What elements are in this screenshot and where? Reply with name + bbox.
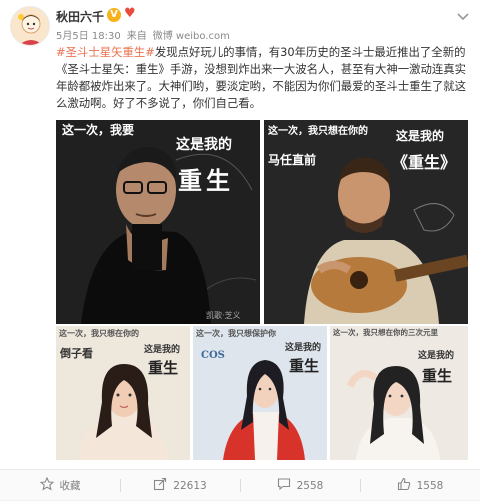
share-icon (153, 477, 167, 494)
image-4-caption-top: 这一次，我只想保护你 (196, 328, 276, 338)
post-date[interactable]: 5月5日 18:30 (56, 31, 121, 42)
weibo-post-card: 秋田六千 V ♥ 5月5日 18:30 来自 微博 weibo.com #圣斗士星矢… (0, 0, 480, 500)
username[interactable]: 秋田六千 (56, 8, 104, 25)
chevron-down-icon[interactable] (455, 8, 471, 24)
thumbs-up-icon (397, 477, 411, 494)
avatar[interactable] (10, 6, 50, 46)
comment-button[interactable]: 2558 (240, 470, 360, 501)
image-4-caption-mid: 这是我的 (285, 343, 322, 353)
image-1-signature: 凯歌·芝义 (206, 311, 241, 320)
image-3-caption-main: 重生 (148, 359, 179, 377)
topic-link[interactable]: #圣斗士星矢重生# (56, 45, 155, 59)
post-image-3[interactable]: 这一次，我只想在你的 倒子看 这是我的 重生 (56, 326, 190, 460)
image-3-caption-side: 倒子看 (60, 347, 93, 360)
image-4-caption-side: COS (201, 350, 225, 361)
post-image-5[interactable]: 这一次，我只想在你的三次元里 这是我的 重生 (330, 326, 468, 460)
comment-count: 2558 (296, 479, 324, 492)
image-1-caption-top: 这一次，我要 (62, 123, 135, 137)
image-5-caption-mid: 这是我的 (418, 351, 455, 361)
image-5-art (330, 326, 468, 460)
image-3-caption-mid: 这是我的 (144, 345, 181, 355)
image-2-caption-top: 这一次，我只想在你的 (268, 126, 368, 137)
image-2-caption-mid: 这是我的 (396, 129, 445, 143)
post-image-4[interactable]: 这一次，我只想保护你 COS 这是我的 重生 (193, 326, 327, 460)
image-2-art (264, 120, 468, 324)
post-meta: 5月5日 18:30 来自 微博 weibo.com (56, 27, 236, 42)
favorite-label: 收藏 (59, 480, 81, 492)
image-2-caption-main: 《重生》 (392, 153, 457, 172)
action-bar: 收藏 22613 2558 1558 (0, 469, 480, 500)
star-icon (39, 476, 54, 494)
post-image-1[interactable]: 这一次，我要 这是我的 重生 凯歌·芝义 (56, 120, 260, 324)
post-image-2[interactable]: 这一次，我只想在你的 马任直前 这是我的 《重生》 (264, 120, 468, 324)
like-count: 1558 (416, 479, 444, 492)
post-source[interactable]: 微博 weibo.com (153, 31, 230, 42)
comment-icon (277, 477, 291, 494)
image-5-caption-top: 这一次，我只想在你的三次元里 (333, 328, 438, 337)
share-count: 22613 (173, 479, 207, 492)
source-prefix: 来自 (126, 31, 147, 42)
heart-icon: ♥ (124, 6, 136, 21)
post-text: #圣斗士星矢重生#发现点好玩儿的事情，有30年历史的圣斗士最近推出了全新的《圣斗… (56, 44, 470, 112)
image-2-caption-side: 马任直前 (268, 153, 317, 167)
image-4-caption-main: 重生 (289, 357, 320, 375)
image-3-caption-top: 这一次，我只想在你的 (59, 328, 139, 338)
image-5-caption-main: 重生 (422, 367, 453, 385)
favorite-button[interactable]: 收藏 (0, 470, 120, 501)
like-button[interactable]: 1558 (360, 470, 480, 501)
vip-badge-icon: V (107, 8, 121, 22)
image-1-caption-mid: 这是我的 (176, 137, 232, 153)
share-button[interactable]: 22613 (120, 470, 240, 501)
image-1-caption-main: 重生 (178, 166, 234, 195)
